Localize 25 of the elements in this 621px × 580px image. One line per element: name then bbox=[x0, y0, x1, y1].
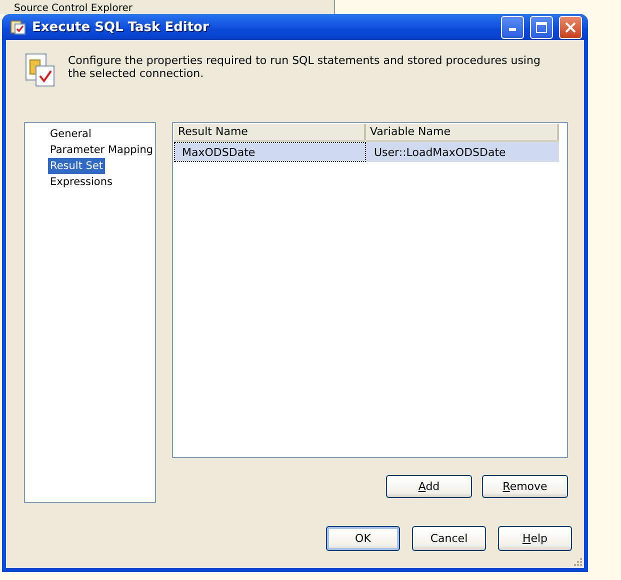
background-tab-label: Source Control Explorer bbox=[14, 3, 132, 14]
dialog-button[interactable]: Cancel bbox=[412, 526, 486, 551]
page-list-item[interactable]: Result Set bbox=[48, 158, 106, 174]
table-row[interactable]: MaxODSDate User::LoadMaxODSDate bbox=[174, 142, 559, 162]
table-cell: MaxODSDate bbox=[174, 142, 366, 162]
column-header[interactable]: Variable Name bbox=[366, 124, 559, 140]
page-list-item[interactable]: Expressions bbox=[48, 174, 114, 190]
grid-button[interactable]: Remove bbox=[482, 475, 568, 498]
page-list-item[interactable]: Parameter Mapping bbox=[48, 142, 156, 158]
task-icon bbox=[10, 19, 26, 35]
minimize-button[interactable] bbox=[501, 16, 524, 38]
maximize-icon bbox=[536, 22, 547, 32]
task-icon bbox=[24, 52, 56, 88]
resize-grip-icon[interactable] bbox=[573, 557, 583, 567]
description-text: Configure the properties required to run SQL statements and stored procedures using the selected connection. bbox=[68, 54, 542, 80]
grid-button[interactable]: Add bbox=[386, 475, 472, 498]
column-header[interactable]: Result Name bbox=[174, 124, 366, 140]
close-icon bbox=[565, 22, 576, 32]
maximize-button[interactable] bbox=[530, 16, 553, 38]
window-title: Execute SQL Task Editor bbox=[32, 20, 210, 34]
page-list-item[interactable]: General bbox=[48, 126, 94, 142]
dialog-button[interactable]: OK bbox=[326, 526, 400, 551]
close-button[interactable] bbox=[559, 16, 582, 38]
table-cell-text: User::LoadMaxODSDate bbox=[373, 145, 507, 161]
dialog-button[interactable]: Help bbox=[498, 526, 572, 551]
